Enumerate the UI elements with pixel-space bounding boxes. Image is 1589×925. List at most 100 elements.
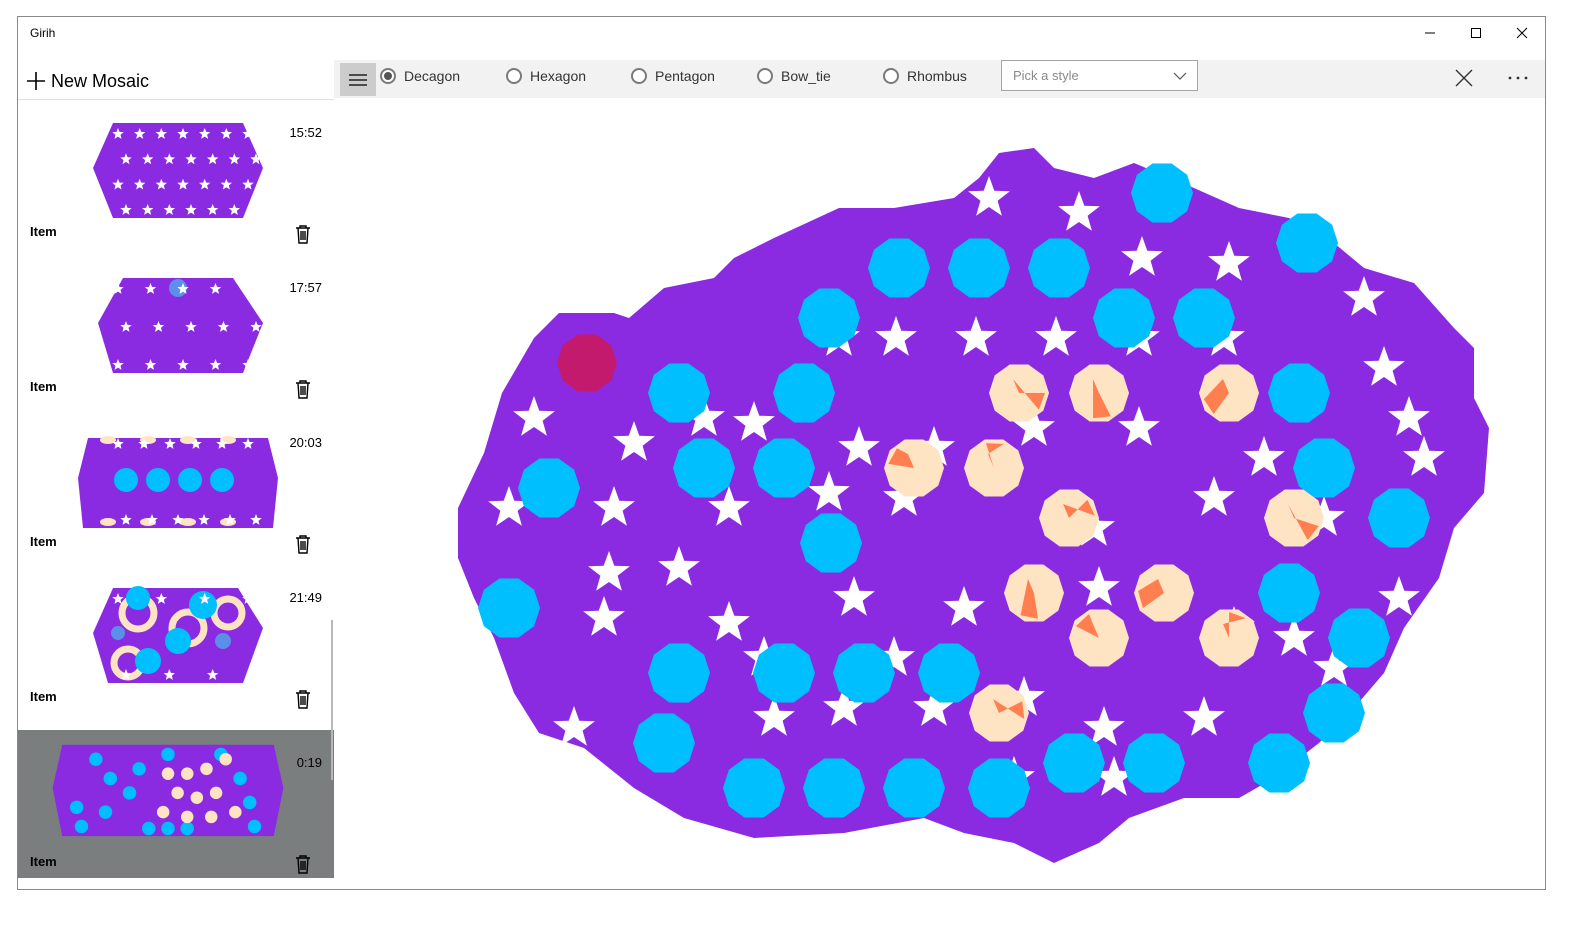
close-window-button[interactable] <box>1499 17 1545 49</box>
item-time: 21:49 <box>289 590 322 605</box>
radio-circle <box>757 68 773 84</box>
thumb-decagon <box>132 762 146 776</box>
decagon-tile[interactable] <box>968 758 1030 818</box>
thumb-decagon <box>103 771 118 786</box>
decagon-tile[interactable] <box>1123 733 1185 793</box>
radio-hexagon[interactable]: Hexagon <box>506 68 586 84</box>
decagon-tile[interactable] <box>648 363 710 423</box>
sidebar: New Mosaic 15:52 Item 17:57 Item 20:03 I… <box>18 49 334 889</box>
decagon-tile[interactable] <box>1248 733 1310 793</box>
thumb-cream-tile <box>205 810 218 824</box>
trash-icon[interactable] <box>291 222 315 246</box>
mosaic-list[interactable]: 15:52 Item 17:57 Item 20:03 Item 21:49 I… <box>18 100 334 879</box>
plus-icon <box>27 72 45 90</box>
thumb-cream-tile <box>190 791 204 804</box>
radio-rhombus[interactable]: Rhombus <box>883 68 967 84</box>
thumb-decagon <box>233 771 247 786</box>
thumb-decagon <box>161 747 175 762</box>
list-item[interactable]: 21:49 Item <box>18 565 334 713</box>
maximize-button[interactable] <box>1453 17 1499 49</box>
new-mosaic-button[interactable]: New Mosaic <box>26 67 149 95</box>
decagon-tile[interactable] <box>1276 213 1338 273</box>
thumb-cream-tile <box>229 805 242 819</box>
window-controls <box>1407 17 1545 49</box>
radio-circle <box>631 68 647 84</box>
decagon-tile[interactable] <box>1293 438 1355 498</box>
minimize-icon <box>1425 32 1435 34</box>
item-time: 17:57 <box>289 280 322 295</box>
decagon-tile[interactable] <box>1093 288 1155 348</box>
mosaic-thumbnail <box>93 123 263 218</box>
decagon-tile[interactable] <box>673 438 735 498</box>
decagon-tile[interactable] <box>478 578 540 638</box>
list-item-selected[interactable]: 0:19 Item <box>18 730 334 878</box>
thumb-cream-tile <box>180 810 194 824</box>
decagon-tile[interactable] <box>633 713 695 773</box>
decagon-tile[interactable] <box>1043 733 1105 793</box>
list-item[interactable]: 17:57 Item <box>18 255 334 403</box>
trash-icon[interactable] <box>291 532 315 556</box>
decagon-tile[interactable] <box>798 288 860 348</box>
decagon-tile[interactable] <box>1258 563 1320 623</box>
decagon-tile[interactable] <box>1268 363 1330 423</box>
thumb-decagon <box>180 821 194 836</box>
list-item[interactable]: 20:03 Item <box>18 410 334 558</box>
maximize-icon <box>1471 28 1481 38</box>
highlighted-decagon[interactable] <box>557 334 617 392</box>
decagon-tile[interactable] <box>833 643 895 703</box>
radio-pentagon[interactable]: Pentagon <box>631 68 715 84</box>
chevron-down-icon <box>1173 72 1187 80</box>
app-title: Girih <box>30 26 56 40</box>
thumb-cream-tile <box>219 752 232 766</box>
more-icon[interactable] <box>1506 68 1530 88</box>
decagon-tile[interactable] <box>1368 488 1430 548</box>
decagon-tile[interactable] <box>773 363 835 423</box>
scrollbar[interactable] <box>331 620 333 780</box>
thumb-cream-tile <box>161 767 175 780</box>
radio-bow-tie[interactable]: Bow_tie <box>757 68 831 84</box>
decagon-tile[interactable] <box>753 438 815 498</box>
decagon-tile[interactable] <box>1303 683 1365 743</box>
trash-icon[interactable] <box>291 377 315 401</box>
trash-icon[interactable] <box>291 687 315 711</box>
thumb-cream-tile <box>209 786 223 800</box>
radio-circle <box>380 68 396 84</box>
decagon-tile[interactable] <box>518 458 580 518</box>
minimize-button[interactable] <box>1407 17 1453 49</box>
radio-circle <box>506 68 522 84</box>
style-dropdown[interactable]: Pick a style <box>1001 60 1198 91</box>
app-window: Girih New Mosaic 15:52 Item 17:57 Item 2… <box>17 16 1546 890</box>
trash-icon[interactable] <box>291 852 315 876</box>
mosaic-thumbnail <box>78 436 278 528</box>
hamburger-icon <box>349 73 367 86</box>
item-label: Item <box>30 379 57 394</box>
decagon-tile[interactable] <box>1328 608 1390 668</box>
radio-label: Pentagon <box>655 68 715 84</box>
decagon-tile[interactable] <box>883 758 945 818</box>
mosaic-drawing[interactable] <box>334 98 1545 890</box>
decagon-tile[interactable] <box>948 238 1010 298</box>
item-time: 20:03 <box>289 435 322 450</box>
decagon-tile[interactable] <box>1173 288 1235 348</box>
decagon-tile[interactable] <box>753 643 815 703</box>
close-icon[interactable] <box>1454 68 1474 88</box>
radio-decagon[interactable]: Decagon <box>380 68 460 84</box>
decagon-tile[interactable] <box>1131 163 1193 223</box>
thumb-decagon <box>161 821 175 836</box>
decagon-tile[interactable] <box>918 643 980 703</box>
decagon-tile[interactable] <box>648 643 710 703</box>
list-item[interactable]: 15:52 Item <box>18 100 334 248</box>
menu-button[interactable] <box>340 63 376 96</box>
decagon-tile[interactable] <box>723 758 785 818</box>
decagon-tile[interactable] <box>868 238 930 298</box>
thumb-decagon <box>69 800 84 815</box>
thumb-cream-tile <box>171 786 184 800</box>
thumb-decagon <box>243 795 257 810</box>
decagon-tile[interactable] <box>1028 238 1090 298</box>
radio-label: Decagon <box>404 68 461 84</box>
decagon-tile[interactable] <box>803 758 865 818</box>
style-placeholder: Pick a style <box>1013 68 1079 83</box>
mosaic-canvas[interactable] <box>334 98 1545 890</box>
radio-circle <box>883 68 899 84</box>
decagon-tile[interactable] <box>800 513 862 573</box>
